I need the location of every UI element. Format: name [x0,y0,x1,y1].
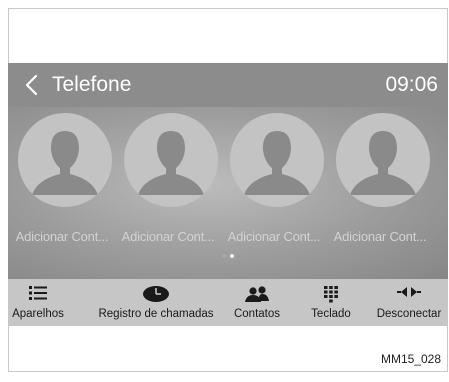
avatar [18,113,112,207]
tab-aparelhos[interactable]: Aparelhos [8,279,68,326]
contact-slot[interactable]: Adicionar Cont... [8,107,114,279]
person-silhouette-icon [32,131,98,195]
contact-label: Adicionar Cont... [15,229,109,244]
page-dot [222,254,226,258]
chevron-left-icon [25,74,38,96]
avatar [124,113,218,207]
figure-caption: MM15_028 [380,352,441,366]
avatar [336,113,430,207]
person-silhouette-icon [350,131,416,195]
tab-label: Contatos [233,308,281,320]
tab-label: Teclado [311,308,351,320]
page-dot-active [230,254,234,258]
bottom-tab-bar: Aparelhos Registro de chamadas Contatos [8,279,448,326]
tab-registro-de-chamadas[interactable]: Registro de chamadas [84,279,228,326]
people-icon [245,286,269,302]
contact-label: Adicionar Cont... [121,229,215,244]
tab-contatos[interactable]: Contatos [228,279,286,326]
clock-icon [143,286,169,302]
contact-label: Adicionar Cont... [227,229,321,244]
tab-label: Desconectar [376,308,442,320]
phone-screen: Telefone 09:06 Adicionar Cont... Adicion… [8,63,448,326]
contact-slot[interactable]: Adicionar Cont... [114,107,220,279]
person-silhouette-icon [138,131,204,195]
tab-label: Aparelhos [12,308,64,320]
screen-title: Telefone [52,73,132,96]
clock: 09:06 [385,73,438,96]
avatar [230,113,324,207]
disconnect-icon [397,287,421,297]
tab-desconectar[interactable]: Desconectar [370,279,448,326]
contact-label: Adicionar Cont... [333,229,427,244]
header-bar: Telefone 09:06 [8,63,448,107]
keypad-icon [324,286,338,303]
tab-teclado[interactable]: Teclado [300,279,362,326]
tab-label: Registro de chamadas [98,308,214,320]
back-button[interactable] [22,74,44,96]
list-icon [29,286,47,300]
favorites-area: Adicionar Cont... Adicionar Cont... Adic… [8,107,448,279]
contact-slot[interactable]: Adicionar Cont... [326,107,432,279]
page-indicator [222,254,238,260]
person-silhouette-icon [244,131,310,195]
